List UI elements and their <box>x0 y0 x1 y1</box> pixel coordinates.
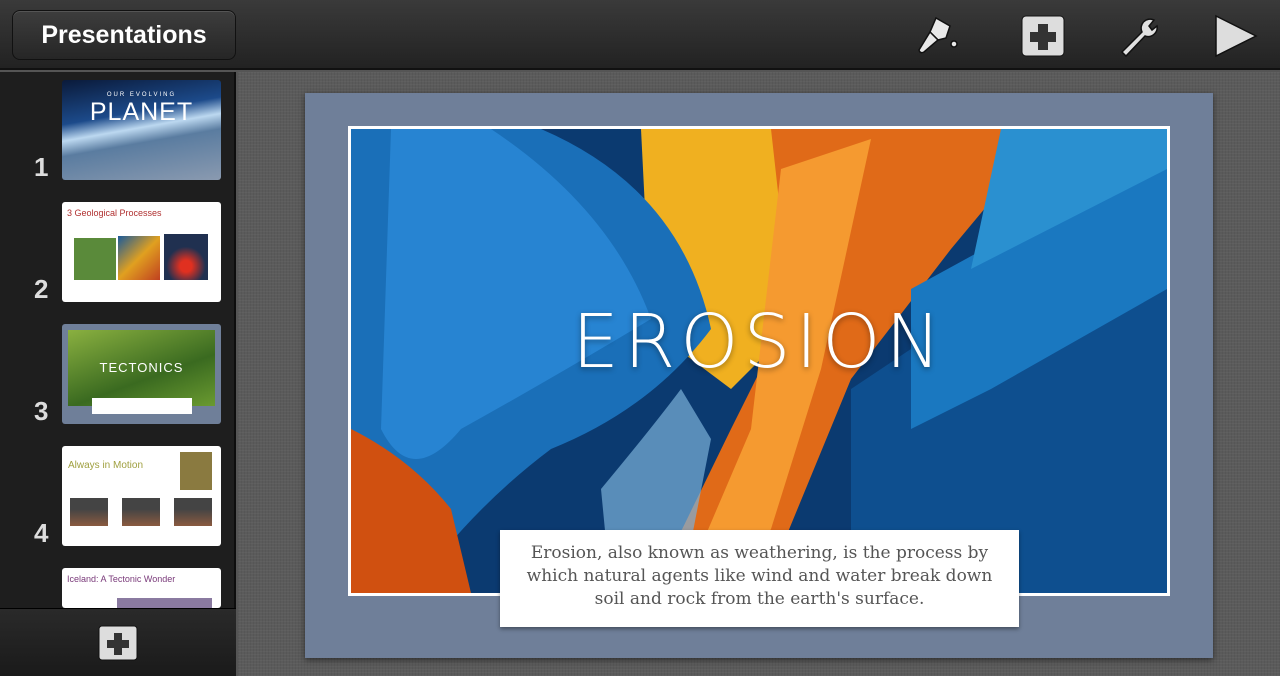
slide-canvas: EROSION Erosion, also known as weatherin… <box>238 72 1280 676</box>
slide-title[interactable]: EROSION <box>351 299 1167 385</box>
add-icon[interactable] <box>1020 14 1066 58</box>
thumb-title: Iceland: A Tectonic Wonder <box>67 574 176 584</box>
play-icon[interactable] <box>1212 14 1258 58</box>
presentations-button[interactable]: Presentations <box>12 10 236 60</box>
thumb-title: PLANET <box>89 98 194 126</box>
slide-thumbnail[interactable]: 3 Geological Processes <box>62 202 221 302</box>
slide-number: 3 <box>34 396 49 426</box>
toolbar: Presentations <box>0 0 1280 70</box>
add-slide-icon[interactable] <box>98 625 138 663</box>
wrench-icon[interactable] <box>1116 14 1162 58</box>
paintbrush-icon[interactable] <box>914 14 960 58</box>
slide-number: 1 <box>34 152 49 182</box>
current-slide[interactable]: EROSION Erosion, also known as weatherin… <box>305 93 1213 658</box>
slide-thumbnail[interactable]: Always in Motion <box>62 446 221 546</box>
slide-number: 4 <box>34 518 49 548</box>
slide-thumbnail[interactable]: Iceland: A Tectonic Wonder <box>62 568 221 608</box>
slide-thumbnail[interactable]: OUR EVOLVING PLANET <box>62 80 221 180</box>
slide-thumbnail[interactable]: TECTONICS <box>62 324 221 424</box>
thumb-title: TECTONICS <box>68 330 215 406</box>
slide-photo: EROSION <box>348 126 1170 596</box>
sidebar-footer <box>0 608 236 676</box>
slide-navigator: 1 OUR EVOLVING PLANET 2 3 Geological Pro… <box>0 72 236 676</box>
slide-number: 2 <box>34 274 49 304</box>
slide-caption[interactable]: Erosion, also known as weathering, is th… <box>500 530 1019 627</box>
thumb-title: 3 Geological Processes <box>67 208 162 218</box>
